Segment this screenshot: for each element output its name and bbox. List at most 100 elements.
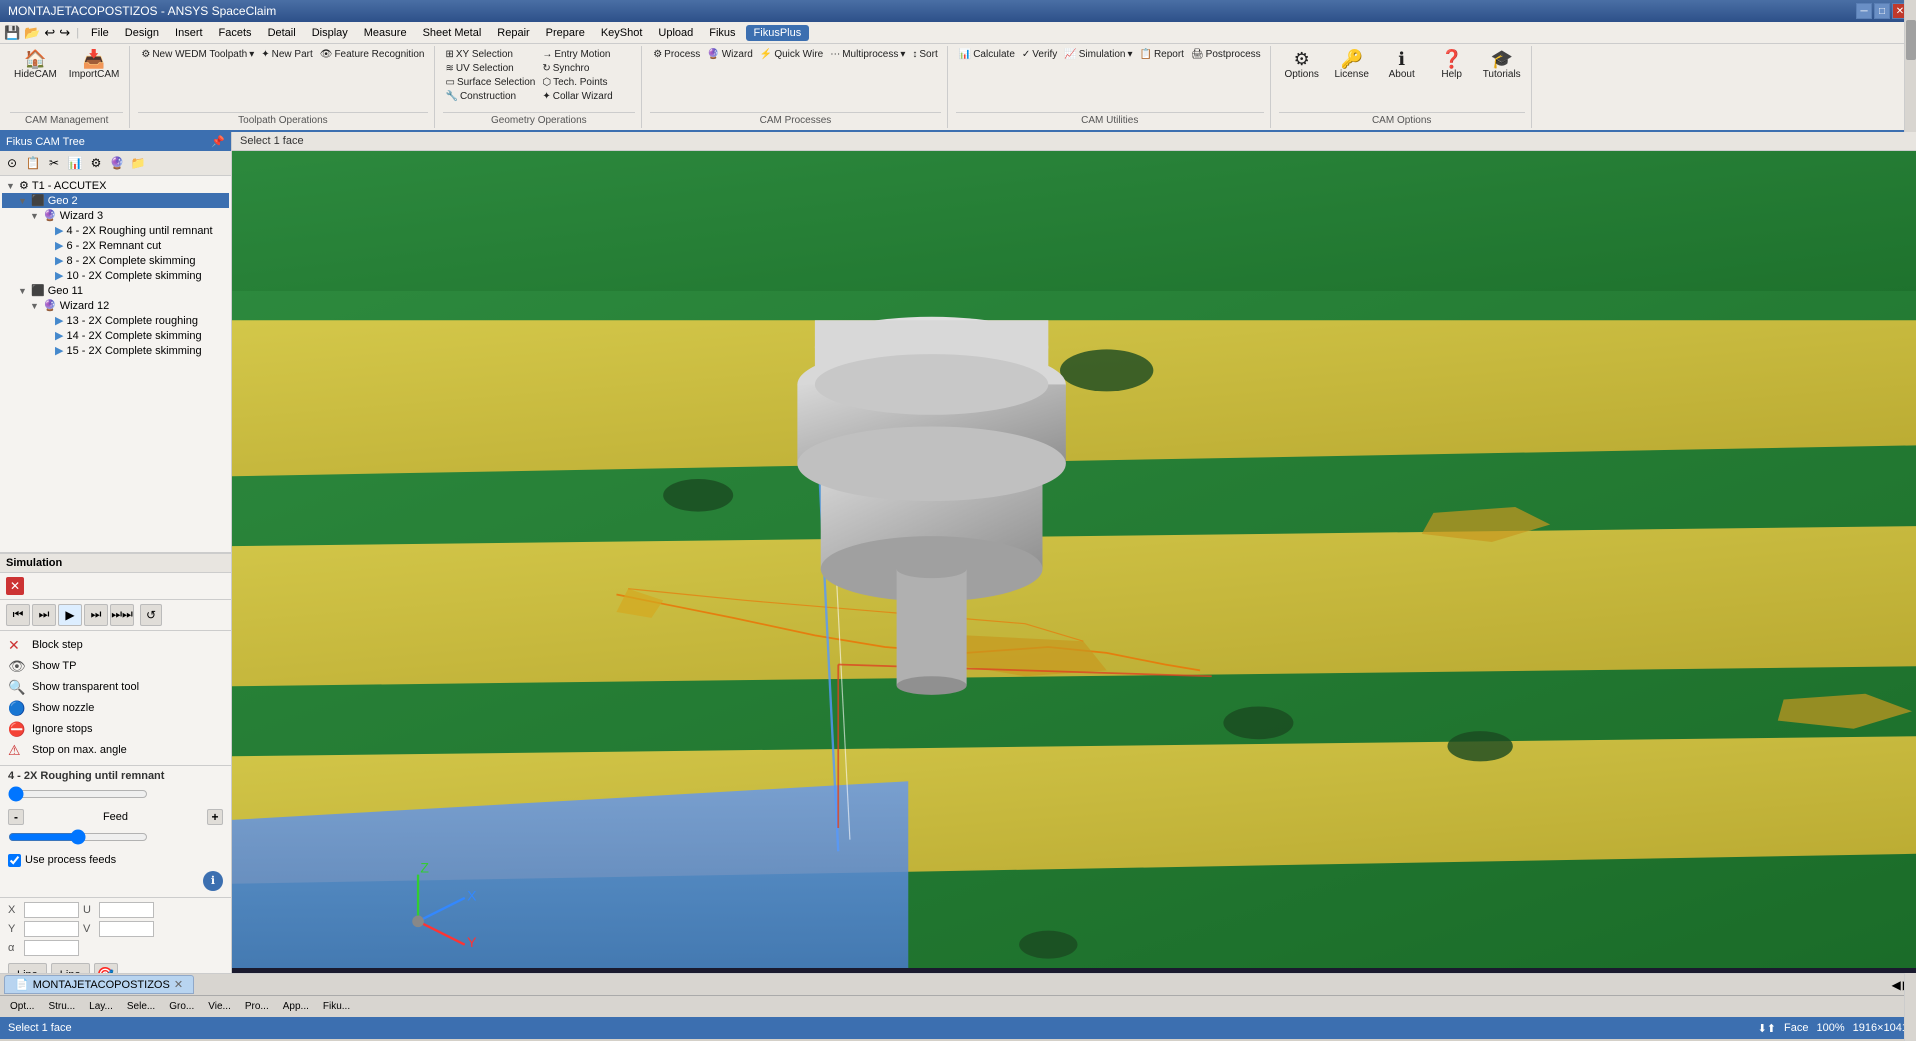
menu-file[interactable]: File bbox=[85, 25, 115, 41]
about-btn[interactable]: ℹ About bbox=[1379, 48, 1425, 82]
menu-measure[interactable]: Measure bbox=[358, 25, 413, 41]
sim-last-btn[interactable]: ⏭⏭ bbox=[110, 604, 134, 626]
bottom-tab-opt[interactable]: Opt... bbox=[4, 999, 40, 1014]
show-transparent-option[interactable]: 🔍 Show transparent tool bbox=[8, 677, 223, 698]
menu-detail[interactable]: Detail bbox=[262, 25, 302, 41]
construction-btn[interactable]: 🔧 Construction bbox=[443, 90, 539, 103]
menu-facets[interactable]: Facets bbox=[213, 25, 258, 41]
viewport-canvas[interactable]: X Y Z bbox=[232, 151, 1916, 968]
titlebar-controls[interactable]: ─ □ ✕ bbox=[1856, 3, 1908, 19]
progress-slider-2[interactable] bbox=[8, 829, 148, 845]
menu-prepare[interactable]: Prepare bbox=[540, 25, 591, 41]
qa-redo[interactable]: ↪ bbox=[59, 25, 70, 41]
simulation-btn[interactable]: 📈 Simulation ▾ bbox=[1061, 48, 1135, 61]
tech-points-btn[interactable]: ⬡ Tech. Points bbox=[539, 76, 635, 89]
tree-item-t1[interactable]: ▼ ⚙ T1 - ACCUTEX bbox=[2, 178, 229, 193]
bottom-tab-stru[interactable]: Stru... bbox=[42, 999, 81, 1014]
ignore-stops-option[interactable]: ⛔ Ignore stops bbox=[8, 719, 223, 740]
tree-btn-2[interactable]: 📋 bbox=[23, 153, 43, 173]
menu-fikus[interactable]: Fikus bbox=[703, 25, 741, 41]
tree-item-geo11[interactable]: ▼ ⬛ Geo 11 bbox=[2, 283, 229, 298]
cam-tree-pin[interactable]: 📌 bbox=[211, 135, 225, 148]
doc-tab-close[interactable]: ✕ bbox=[174, 978, 183, 991]
feed-minus-btn[interactable]: - bbox=[8, 809, 24, 825]
bottom-tab-vie[interactable]: Vie... bbox=[202, 999, 237, 1014]
synchro-btn[interactable]: ↻ Synchro bbox=[539, 62, 635, 75]
doc-tab-main[interactable]: 📄 MONTAJETACOPOSTIZOS ✕ bbox=[4, 975, 194, 994]
menu-keyshot[interactable]: KeyShot bbox=[595, 25, 649, 41]
tree-btn-7[interactable]: 📁 bbox=[128, 153, 148, 173]
tree-item-op6[interactable]: ▶ 6 - 2X Remnant cut bbox=[2, 238, 229, 253]
tree-item-geo2[interactable]: ▼ ⬛ Geo 2 bbox=[2, 193, 229, 208]
qa-undo[interactable]: ↩ bbox=[44, 25, 55, 41]
tree-item-wizard3[interactable]: ▼ 🔮 Wizard 3 bbox=[2, 208, 229, 223]
new-wedm-toolpath-btn[interactable]: ⚙ New WEDM Toolpath ▾ bbox=[138, 48, 257, 61]
tree-item-wizard12[interactable]: ▼ 🔮 Wizard 12 bbox=[2, 298, 229, 313]
u-input[interactable] bbox=[99, 902, 154, 918]
new-part-btn[interactable]: ✦ New Part bbox=[258, 48, 316, 61]
surface-selection-btn[interactable]: ▭ Surface Selection bbox=[443, 76, 539, 89]
coord-tool-icon[interactable]: 🎯 bbox=[94, 963, 118, 974]
tree-item-op8[interactable]: ▶ 8 - 2X Complete skimming bbox=[2, 253, 229, 268]
bottom-tab-sele[interactable]: Sele... bbox=[121, 999, 161, 1014]
report-btn[interactable]: 📋 Report bbox=[1136, 48, 1186, 61]
tree-item-op13[interactable]: ▶ 13 - 2X Complete roughing bbox=[2, 313, 229, 328]
menu-design[interactable]: Design bbox=[119, 25, 165, 41]
tab-prev-btn[interactable]: ◀ bbox=[1892, 978, 1901, 992]
tree-btn-4[interactable]: 📊 bbox=[65, 153, 85, 173]
tree-btn-1[interactable]: ⊙ bbox=[2, 153, 22, 173]
process-btn[interactable]: ⚙ Process bbox=[650, 48, 703, 61]
feed-plus-btn[interactable]: + bbox=[207, 809, 223, 825]
block-step-option[interactable]: ✕ Block step bbox=[8, 635, 223, 656]
feature-recognition-btn[interactable]: 👁 Feature Recognition bbox=[317, 48, 428, 61]
v-input[interactable] bbox=[99, 921, 154, 937]
qa-open[interactable]: 📂 bbox=[24, 25, 40, 41]
tree-item-op14[interactable]: ▶ 14 - 2X Complete skimming bbox=[2, 328, 229, 343]
menu-display[interactable]: Display bbox=[306, 25, 354, 41]
alpha-input[interactable] bbox=[24, 940, 79, 956]
bottom-tab-pro[interactable]: Pro... bbox=[239, 999, 275, 1014]
tree-btn-5[interactable]: ⚙ bbox=[86, 153, 106, 173]
bottom-tab-app[interactable]: App... bbox=[277, 999, 315, 1014]
info-icon[interactable]: ℹ bbox=[203, 871, 223, 891]
tree-item-op10[interactable]: ▶ 10 - 2X Complete skimming bbox=[2, 268, 229, 283]
sort-btn[interactable]: ↕ Sort bbox=[909, 48, 940, 61]
use-process-feeds-checkbox[interactable] bbox=[8, 854, 21, 867]
menu-fikusplus[interactable]: FikusPlus bbox=[746, 25, 810, 41]
sim-first-btn[interactable]: ⏮ bbox=[6, 604, 30, 626]
multiprocess-btn[interactable]: ⋯ Multiprocess ▾ bbox=[827, 48, 908, 61]
collar-wizard-btn[interactable]: ✦ Collar Wizard bbox=[539, 90, 635, 103]
stop-max-angle-option[interactable]: ⚠ Stop on max. angle bbox=[8, 740, 223, 761]
uv-selection-btn[interactable]: ≋ UV Selection bbox=[443, 62, 539, 75]
progress-slider-1[interactable] bbox=[8, 786, 148, 802]
sim-refresh-btn[interactable]: ↺ bbox=[140, 604, 162, 626]
entry-motion-btn[interactable]: → Entry Motion bbox=[539, 48, 635, 61]
qa-save[interactable]: 💾 bbox=[4, 25, 20, 41]
license-btn[interactable]: 🔑 License bbox=[1329, 48, 1375, 82]
tree-item-op4[interactable]: ▶ 4 - 2X Roughing until remnant bbox=[2, 223, 229, 238]
tutorials-btn[interactable]: 🎓 Tutorials bbox=[1479, 48, 1525, 82]
tree-item-op15[interactable]: ▶ 15 - 2X Complete skimming bbox=[2, 343, 229, 358]
postprocess-btn[interactable]: 🖨 Postprocess bbox=[1188, 48, 1264, 61]
show-tp-option[interactable]: 👁 Show TP bbox=[8, 656, 223, 677]
hide-cam-btn[interactable]: 🏠 HideCAM bbox=[10, 48, 61, 82]
quick-wire-btn[interactable]: ⚡ Quick Wire bbox=[757, 48, 826, 61]
sim-play-btn[interactable]: ▶ bbox=[58, 604, 82, 626]
options-btn[interactable]: ⚙ Options bbox=[1279, 48, 1325, 82]
bottom-tab-gro[interactable]: Gro... bbox=[163, 999, 200, 1014]
menu-upload[interactable]: Upload bbox=[652, 25, 699, 41]
scene-svg[interactable]: X Y Z bbox=[232, 151, 1916, 968]
verify-btn[interactable]: ✓ Verify bbox=[1019, 48, 1060, 61]
help-btn[interactable]: ❓ Help bbox=[1429, 48, 1475, 82]
line-btn-1[interactable]: Line bbox=[8, 963, 47, 974]
maximize-btn[interactable]: □ bbox=[1874, 3, 1890, 19]
wizard-btn[interactable]: 🔮 Wizard bbox=[704, 48, 756, 61]
x-input[interactable] bbox=[24, 902, 79, 918]
sim-close-btn[interactable]: ✕ bbox=[6, 577, 24, 595]
tree-btn-6[interactable]: 🔮 bbox=[107, 153, 127, 173]
import-cam-btn[interactable]: 📥 ImportCAM bbox=[65, 48, 124, 82]
y-input[interactable] bbox=[24, 921, 79, 937]
sim-prev-btn[interactable]: ⏭ bbox=[32, 604, 56, 626]
sim-next-btn[interactable]: ⏭ bbox=[84, 604, 108, 626]
menu-repair[interactable]: Repair bbox=[491, 25, 535, 41]
